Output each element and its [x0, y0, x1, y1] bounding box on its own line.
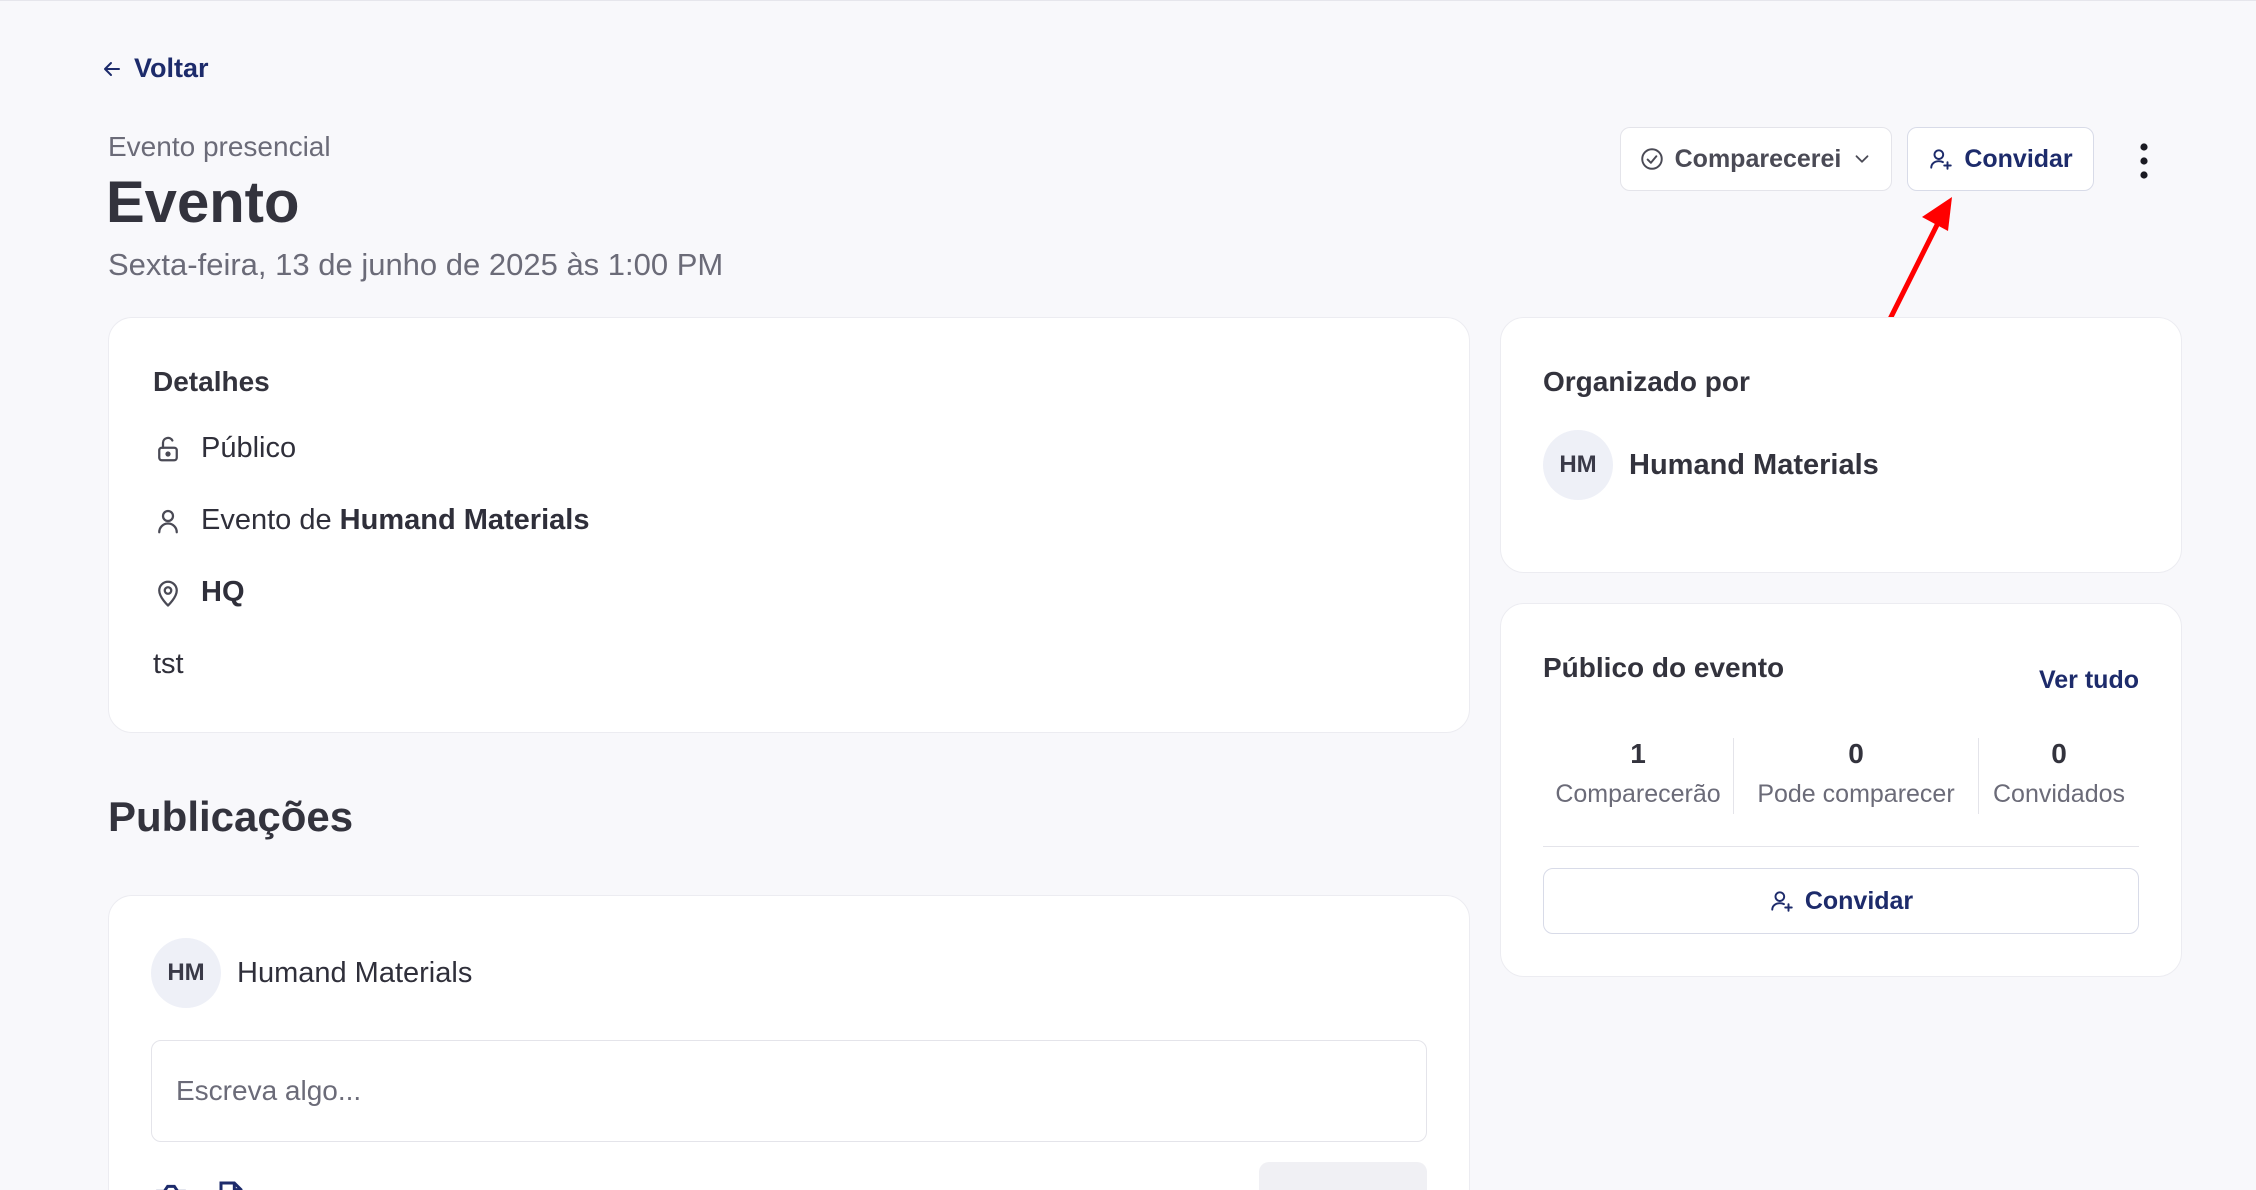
page-title: Evento: [106, 170, 300, 235]
post-input[interactable]: Escreva algo...: [151, 1040, 1427, 1142]
stat-value: 1: [1630, 738, 1646, 769]
stat-maybe[interactable]: 0 Pode comparecer: [1734, 738, 1978, 814]
visibility-row: Público: [153, 432, 296, 465]
organizer-prefix: Evento de: [201, 504, 332, 536]
stat-value: 0: [2051, 738, 2067, 769]
unlock-icon: [158, 436, 178, 461]
audience-heading: Público do evento: [1543, 652, 1785, 683]
organizer-row: Evento de Humand Materials: [153, 504, 589, 537]
chevron-down-icon: [1855, 155, 1869, 163]
document-icon[interactable]: [211, 1178, 251, 1190]
user-plus-icon: [1930, 149, 1953, 170]
arrow-left-icon: [104, 61, 120, 76]
more-options-icon[interactable]: [2130, 141, 2158, 181]
stat-label: Comparecerão: [1555, 780, 1721, 808]
audience-card: Público do evento Ver tudo 1 Comparecerã…: [1500, 603, 2182, 977]
details-card: Detalhes Público Evento de Humand Materi…: [108, 317, 1470, 733]
audience-invite-button[interactable]: Convidar: [1543, 868, 2139, 934]
invite-label: Convidar: [1964, 144, 2073, 173]
post-author-name: Humand Materials: [237, 956, 473, 989]
location-row: HQ: [153, 576, 245, 609]
camera-icon[interactable]: [151, 1178, 191, 1190]
stat-label: Convidados: [1992, 780, 2126, 808]
map-pin-icon: [158, 580, 178, 607]
event-date: Sexta-feira, 13 de junho de 2025 às 1:00…: [108, 247, 724, 282]
back-link[interactable]: Voltar: [100, 53, 209, 84]
event-description: tst: [153, 648, 184, 680]
invite-button[interactable]: Convidar: [1907, 127, 2094, 191]
post-input-placeholder: Escreva algo...: [176, 1075, 362, 1106]
organizer-card-name: Humand Materials: [1629, 448, 1879, 481]
stat-label: Pode comparecer: [1757, 780, 1955, 808]
organizer-name: Humand Materials: [339, 504, 590, 536]
stat-value: 0: [1848, 738, 1864, 769]
avatar: HM: [1543, 430, 1613, 500]
details-heading: Detalhes: [153, 366, 270, 397]
stat-invited[interactable]: 0 Convidados: [1979, 738, 2139, 814]
back-link-label: Voltar: [134, 53, 209, 83]
divider: [1543, 846, 2139, 847]
post-author: HM Humand Materials: [151, 938, 472, 1008]
event-type: Evento presencial: [108, 131, 331, 162]
attend-label: Comparecerei: [1674, 144, 1842, 173]
user-icon: [158, 509, 178, 533]
organizer-profile[interactable]: HM Humand Materials: [1543, 430, 1879, 500]
check-circle-icon: [1640, 148, 1663, 170]
visibility-label: Público: [201, 432, 297, 464]
user-plus-icon: [1771, 891, 1793, 912]
stat-attending[interactable]: 1 Comparecerão: [1543, 738, 1733, 814]
audience-invite-label: Convidar: [1804, 886, 1914, 915]
audience-stats: 1 Comparecerão 0 Pode comparecer 0 Convi…: [1543, 738, 2139, 814]
publications-heading: Publicações: [108, 793, 354, 840]
avatar: HM: [151, 938, 221, 1008]
organizer-card: Organizado por HM Humand Materials: [1500, 317, 2182, 573]
organizer-heading: Organizado por: [1543, 366, 1750, 397]
attend-dropdown-button[interactable]: Comparecerei: [1620, 127, 1892, 191]
location-label: HQ: [201, 576, 245, 608]
publish-button[interactable]: [1259, 1162, 1427, 1190]
see-all-link[interactable]: Ver tudo: [2039, 666, 2139, 695]
post-composer-card: HM Humand Materials Escreva algo...: [108, 895, 1470, 1190]
